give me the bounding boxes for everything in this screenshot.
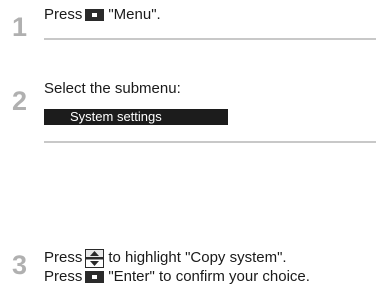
- step-3-text: Press to highlight "Copy system". Press …: [44, 248, 310, 286]
- step-number: 3: [12, 250, 28, 280]
- step-1-text: Press "Menu".: [44, 6, 161, 24]
- step-2-text: Select the submenu:: [44, 80, 181, 98]
- step-1-line: Press "Menu".: [44, 6, 161, 24]
- step-separator: [44, 38, 376, 40]
- step-number: 1: [12, 12, 28, 42]
- step-3-press-label-1: Press: [44, 249, 83, 266]
- enter-key-icon: [85, 271, 105, 283]
- step-separator: [44, 141, 376, 143]
- step-3-highlight-label: to highlight "Copy system".: [108, 249, 287, 266]
- up-down-arrow-icon: [85, 248, 105, 268]
- up-down-arrow-svg: [85, 248, 105, 268]
- step-3-enter-label: "Enter" to confirm your choice.: [108, 268, 310, 285]
- step-1-press-label: Press: [44, 6, 83, 23]
- menu-key-icon: [85, 9, 105, 21]
- step-3-line-1: Press to highlight "Copy system".: [44, 248, 310, 268]
- step-1-menu-label: "Menu".: [108, 6, 161, 23]
- menu-item-system-settings: System settings: [44, 109, 228, 125]
- step-2-instruction: Select the submenu:: [44, 80, 181, 97]
- step-2-line: Select the submenu:: [44, 80, 181, 98]
- step-3-line-2: Press "Enter" to confirm your choice.: [44, 268, 310, 286]
- step-number: 2: [12, 86, 28, 116]
- step-3-press-label-2: Press: [44, 268, 83, 285]
